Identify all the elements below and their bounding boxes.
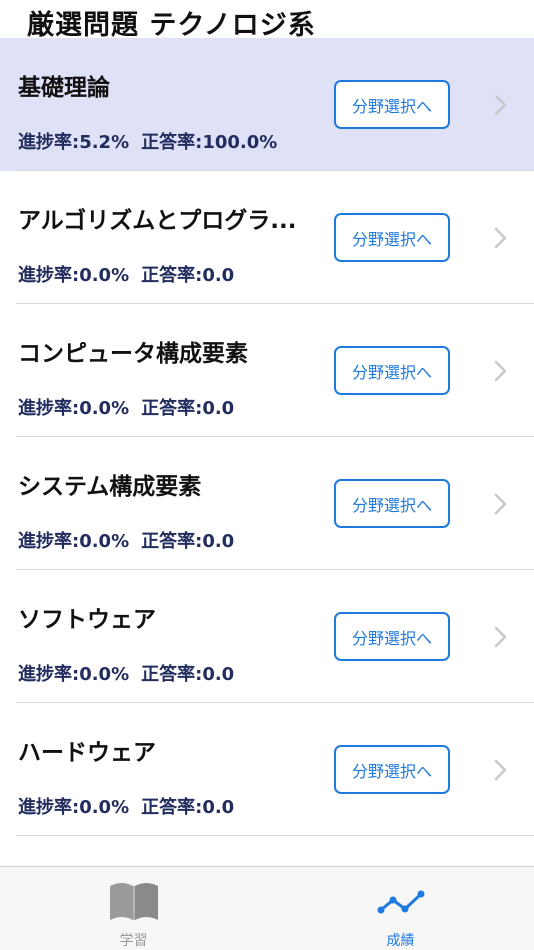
- category-stats: 進捗率:0.0% 正答率:0.0: [18, 527, 234, 553]
- category-title: ハードウェア: [18, 740, 156, 766]
- chevron-right-icon: [494, 94, 507, 116]
- accuracy-rate: 正答率:0.0: [141, 398, 235, 419]
- chart-line-icon: [377, 890, 424, 914]
- chevron-right-icon: [494, 493, 507, 515]
- category-title: アルゴリズムとプログラ...: [18, 208, 297, 234]
- book-icon: [109, 883, 158, 920]
- category-title: システム構成要素: [18, 474, 202, 500]
- category-row-hardware[interactable]: ハードウェア 進捗率:0.0% 正答率:0.0 分野選択へ: [0, 703, 534, 836]
- category-stats: 進捗率:0.0% 正答率:0.0: [18, 394, 234, 420]
- category-list: 基礎理論 進捗率:5.2% 正答率:100.0% 分野選択へ アルゴリズムとプログ…: [0, 38, 534, 836]
- category-row-software[interactable]: ソフトウェア 進捗率:0.0% 正答率:0.0 分野選択へ: [0, 570, 534, 703]
- category-row-system-components[interactable]: システム構成要素 進捗率:0.0% 正答率:0.0 分野選択へ: [0, 437, 534, 570]
- chevron-right-icon: [494, 360, 507, 382]
- tab-learn[interactable]: 学習: [0, 867, 267, 950]
- tab-results[interactable]: 成績: [267, 867, 534, 950]
- row-divider: [16, 835, 534, 836]
- category-row-algorithm[interactable]: アルゴリズムとプログラ... 進捗率:0.0% 正答率:0.0 分野選択へ: [0, 171, 534, 304]
- accuracy-rate: 正答率:0.0: [141, 265, 235, 286]
- chevron-right-icon: [494, 227, 507, 249]
- tab-bar: 学習 成績: [0, 866, 534, 950]
- category-stats: 進捗率:0.0% 正答率:0.0: [18, 793, 234, 819]
- select-field-button[interactable]: 分野選択へ: [334, 612, 450, 661]
- select-field-button[interactable]: 分野選択へ: [334, 80, 450, 129]
- accuracy-rate: 正答率:0.0: [141, 664, 235, 685]
- chevron-right-icon: [494, 626, 507, 648]
- select-field-button[interactable]: 分野選択へ: [334, 213, 450, 262]
- category-title: ソフトウェア: [18, 607, 156, 633]
- progress-rate: 進捗率:0.0%: [18, 797, 130, 818]
- chevron-right-icon: [494, 759, 507, 781]
- category-title: 基礎理論: [18, 75, 110, 101]
- select-field-button[interactable]: 分野選択へ: [334, 479, 450, 528]
- category-title: コンピュータ構成要素: [18, 341, 248, 367]
- category-row-computer-components[interactable]: コンピュータ構成要素 進捗率:0.0% 正答率:0.0 分野選択へ: [0, 304, 534, 437]
- app-screen: 厳選問題 テクノロジ系 基礎理論 進捗率:5.2% 正答率:100.0% 分野選択…: [0, 0, 534, 950]
- tab-label: 成績: [386, 933, 415, 949]
- page-title: 厳選問題 テクノロジ系: [27, 10, 316, 41]
- accuracy-rate: 正答率:0.0: [141, 797, 235, 818]
- select-field-button[interactable]: 分野選択へ: [334, 745, 450, 794]
- header: 厳選問題 テクノロジ系: [0, 0, 534, 41]
- tab-label: 学習: [119, 933, 148, 949]
- progress-rate: 進捗率:5.2%: [18, 132, 130, 153]
- category-row-basic-theory[interactable]: 基礎理論 進捗率:5.2% 正答率:100.0% 分野選択へ: [0, 38, 534, 171]
- category-stats: 進捗率:5.2% 正答率:100.0%: [18, 128, 277, 154]
- progress-rate: 進捗率:0.0%: [18, 531, 130, 552]
- progress-rate: 進捗率:0.0%: [18, 398, 130, 419]
- category-stats: 進捗率:0.0% 正答率:0.0: [18, 261, 234, 287]
- category-stats: 進捗率:0.0% 正答率:0.0: [18, 660, 234, 686]
- select-field-button[interactable]: 分野選択へ: [334, 346, 450, 395]
- progress-rate: 進捗率:0.0%: [18, 265, 130, 286]
- accuracy-rate: 正答率:100.0%: [141, 132, 278, 153]
- progress-rate: 進捗率:0.0%: [18, 664, 130, 685]
- accuracy-rate: 正答率:0.0: [141, 531, 235, 552]
